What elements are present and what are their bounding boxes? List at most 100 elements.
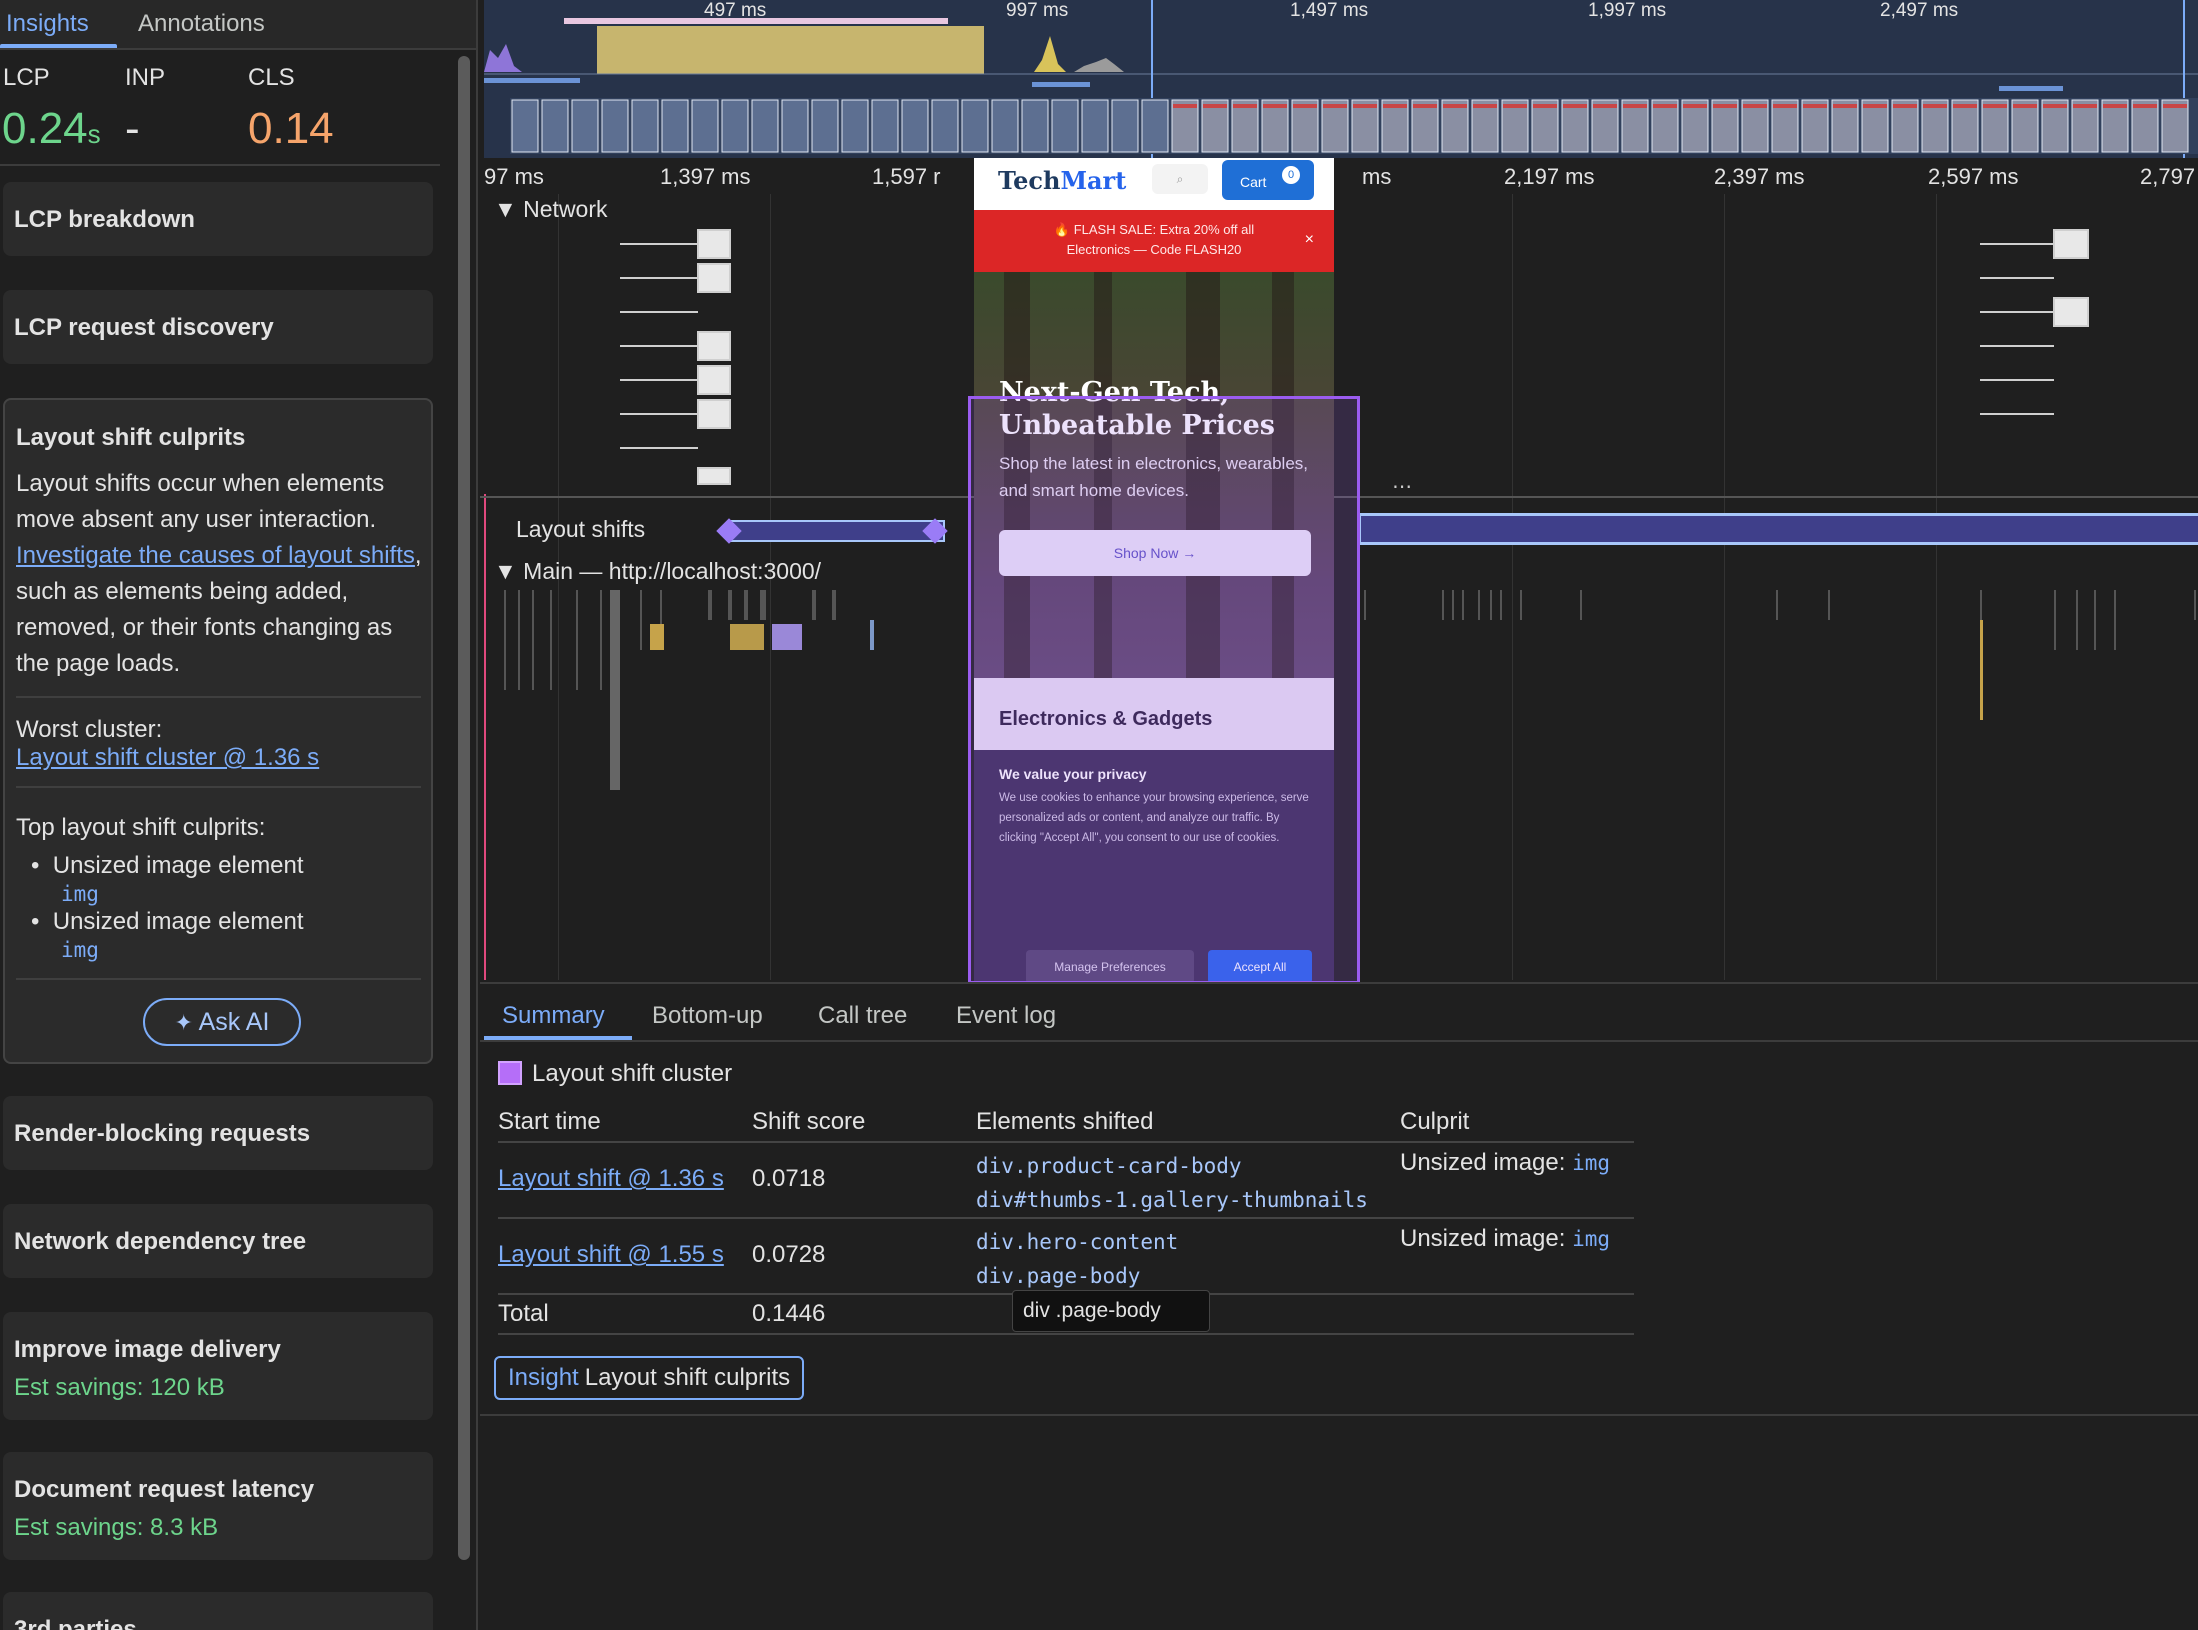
filmstrip-frame <box>691 99 719 153</box>
related-insight-chip[interactable]: Insight Layout shift culprits <box>494 1356 805 1400</box>
shift-score-cell: 0.0728 <box>752 1218 976 1295</box>
request-bar <box>697 365 731 395</box>
request-bar <box>697 263 731 293</box>
filmstrip-frame-banner <box>1353 104 1377 108</box>
layout-shift-cluster-bar[interactable] <box>730 520 945 542</box>
layout-shift-cluster-bar[interactable] <box>1358 513 2198 545</box>
insight-card-document-request-latency[interactable]: Document request latency Est savings: 8.… <box>3 1452 433 1560</box>
filmstrip-frame-banner <box>1233 104 1257 108</box>
site-header: TechMart ⌕ Cart 0 <box>974 158 1334 210</box>
estimated-savings: Est savings: 120 kB <box>14 1374 225 1401</box>
sidebar-scrollbar[interactable] <box>458 56 470 1560</box>
lcp-value-number: 0.24 <box>2 104 88 153</box>
filmstrip-frame <box>1081 99 1109 153</box>
request-bar <box>2053 297 2089 327</box>
culprit-node-link[interactable]: img <box>61 882 99 906</box>
layout-shift-highlight <box>968 396 1360 984</box>
culprit-label: Unsized image element <box>52 908 304 935</box>
flame-task <box>870 620 874 650</box>
tab-annotations[interactable]: Annotations <box>138 10 265 38</box>
divider <box>16 696 421 698</box>
active-tab-indicator <box>484 1036 632 1040</box>
main-thread-track-header[interactable]: ▼ Main — http://localhost:3000/ <box>494 558 821 585</box>
request-bar <box>697 331 731 361</box>
culprit-node-link[interactable]: img <box>61 938 99 962</box>
culprit-list-item: • Unsized image element img <box>31 908 304 964</box>
network-bar <box>1999 86 2063 91</box>
filmstrip-frame <box>841 99 869 153</box>
tab-bottom-up[interactable]: Bottom-up <box>652 1002 763 1030</box>
insight-card-third-parties[interactable]: 3rd parties <box>3 1592 433 1630</box>
insight-card-network-dependency-tree[interactable]: Network dependency tree <box>3 1204 433 1278</box>
culprit-node-link[interactable]: img <box>1572 1151 1610 1175</box>
layout-shift-link[interactable]: Layout shift @ 1.36 s <box>498 1165 724 1192</box>
flame-task <box>1490 590 1492 620</box>
insight-card-render-blocking[interactable]: Render-blocking requests <box>3 1096 433 1170</box>
tab-insights[interactable]: Insights <box>6 10 89 38</box>
overview-time-label: 1,497 ms <box>1290 0 1369 21</box>
filmstrip-frame-banner <box>1323 104 1347 108</box>
tab-event-log[interactable]: Event log <box>956 1002 1056 1030</box>
element-tag: div <box>976 1188 1014 1212</box>
table-row: Layout shift @ 1.55 s 0.0728 div.hero-co… <box>498 1218 1634 1295</box>
cls-value[interactable]: 0.14 <box>248 104 334 154</box>
resize-handle-icon[interactable]: ⋯ <box>1392 474 1412 499</box>
learn-more-link[interactable]: Investigate the causes of layout shifts <box>16 542 415 569</box>
filmstrip-frame <box>871 99 899 153</box>
tab-summary[interactable]: Summary <box>502 1002 605 1030</box>
total-label: Total <box>498 1294 752 1335</box>
culprit-list-item: • Unsized image element img <box>31 852 304 908</box>
flame-task <box>1980 590 1982 620</box>
insight-card-lcp-request-discovery[interactable]: LCP request discovery <box>3 290 433 364</box>
insight-card-title: 3rd parties <box>14 1616 137 1630</box>
filmstrip-frame-banner <box>2073 104 2097 108</box>
ruler-tick-label: 2,597 ms <box>1928 164 2019 189</box>
insight-card-improve-image-delivery[interactable]: Improve image delivery Est savings: 120 … <box>3 1312 433 1420</box>
lcp-label: LCP <box>3 64 50 91</box>
site-logo: TechMart <box>998 166 1126 195</box>
ask-ai-button[interactable]: ✦ Ask AI <box>143 998 301 1046</box>
logo-text: Tech <box>998 166 1061 195</box>
time-ruler: 97 ms 1,397 ms 1,597 r ms 2,197 ms 2,397… <box>480 158 2198 194</box>
filmstrip-frame <box>1051 99 1079 153</box>
shifted-element-link[interactable]: div#thumbs-1.gallery-thumbnails <box>976 1183 1400 1217</box>
elements-shifted-cell: div.product-card-body div#thumbs-1.galle… <box>976 1142 1400 1219</box>
filmstrip-frame-banner <box>1773 104 1797 108</box>
flame-task <box>760 590 766 620</box>
lcp-value[interactable]: 0.24s <box>2 104 101 154</box>
tab-call-tree[interactable]: Call tree <box>818 1002 907 1030</box>
filmstrip-frame-banner <box>1683 104 1707 108</box>
insight-card-lcp-breakdown[interactable]: LCP breakdown <box>3 182 433 256</box>
column-header: Start time <box>498 1102 752 1143</box>
cls-label: CLS <box>248 64 295 91</box>
shifted-element-link[interactable]: div.page-body <box>976 1259 1400 1293</box>
culprit-node-link[interactable]: img <box>1572 1227 1610 1251</box>
flame-render <box>772 624 802 650</box>
overview-time-label: 2,497 ms <box>1880 0 1959 21</box>
flame-task <box>832 590 836 620</box>
overview-graph <box>484 0 2198 158</box>
summary-title: Layout shift cluster <box>498 1060 732 1088</box>
ruler-tick-label: ms <box>1362 164 1392 189</box>
filmstrip-frame-banner <box>1293 104 1317 108</box>
flame-task <box>1776 590 1778 620</box>
insight-card-title: Render-blocking requests <box>14 1120 311 1147</box>
inp-value[interactable]: - <box>125 104 140 154</box>
cluster-title: Layout shift cluster <box>532 1060 733 1087</box>
timeline-overview[interactable]: 497 ms 997 ms 1,497 ms 1,997 ms 2,497 ms <box>484 0 2198 158</box>
filmstrip-frame <box>1021 99 1049 153</box>
insight-card-title: Layout shift culprits <box>16 424 246 451</box>
lcp-unit: s <box>87 119 101 149</box>
worst-cluster-link[interactable]: Layout shift cluster @ 1.36 s <box>16 744 319 772</box>
filmstrip-frame-banner <box>2013 104 2037 108</box>
filmstrip-frame-banner <box>1473 104 1497 108</box>
ruler-tick-label: 2,197 ms <box>1504 164 1595 189</box>
flame-task <box>708 590 712 620</box>
shifted-element-link[interactable]: div.hero-content <box>976 1225 1400 1259</box>
insight-card-title: LCP breakdown <box>14 206 195 233</box>
column-header: Shift score <box>752 1102 976 1143</box>
layout-shift-link[interactable]: Layout shift @ 1.55 s <box>498 1241 724 1268</box>
shifted-element-link[interactable]: div.product-card-body <box>976 1149 1400 1183</box>
bullet: • <box>31 852 53 879</box>
filmstrip-frame-banner <box>1443 104 1467 108</box>
